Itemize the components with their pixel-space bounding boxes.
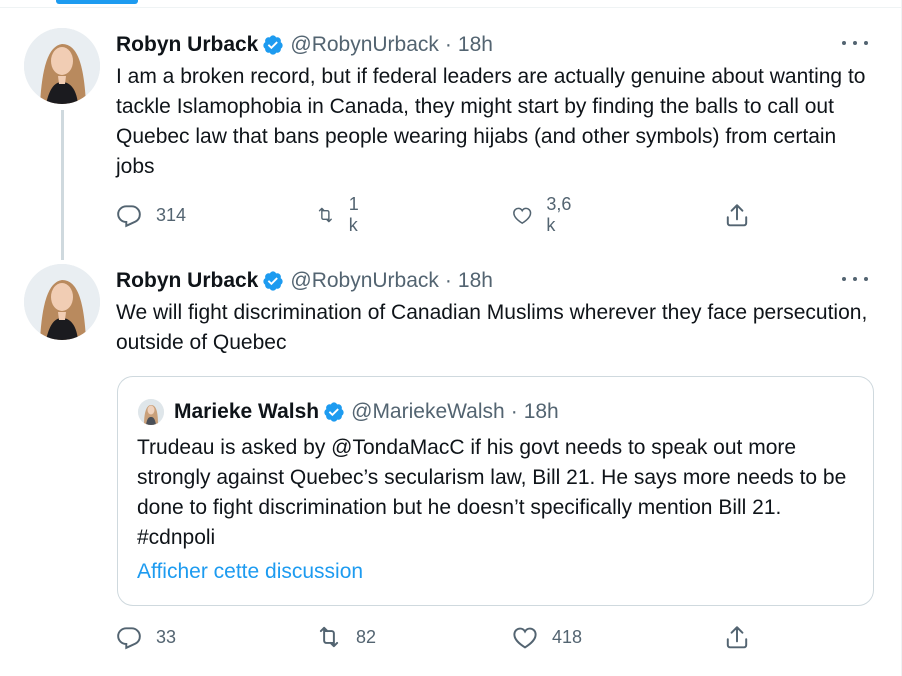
reply-icon	[117, 627, 141, 650]
separator-dot: ·	[510, 400, 518, 423]
like-button[interactable]: 418	[512, 624, 582, 650]
quoted-tweet-text: Trudeau is asked by @TondaMacC if his go…	[137, 436, 847, 549]
verified-badge-icon	[323, 401, 345, 423]
quoted-timestamp: 18h	[523, 400, 559, 423]
verified-badge-icon	[262, 34, 284, 56]
retweet-icon	[318, 207, 332, 223]
avatar[interactable]	[24, 28, 100, 104]
author-name[interactable]: Robyn Urback	[116, 269, 258, 293]
like-icon	[513, 627, 537, 649]
retweet-button[interactable]: 82	[316, 624, 376, 650]
tweet-header: Robyn Urback @RobynUrback · 18h	[116, 266, 493, 296]
quoted-avatar	[138, 399, 164, 425]
author-handle[interactable]: @RobynUrback	[290, 33, 439, 57]
tweet-header: Robyn Urback @RobynUrback · 18h	[116, 30, 493, 60]
reply-count: 33	[156, 626, 177, 647]
quoted-tweet-header: Marieke Walsh @MariekeWalsh · 18h	[138, 397, 559, 427]
timestamp[interactable]: 18h	[458, 269, 493, 293]
reply-button[interactable]: 314	[116, 202, 186, 228]
top-divider	[0, 7, 902, 8]
share-icon	[726, 204, 748, 227]
reply-button[interactable]: 33	[116, 624, 176, 650]
retweet-count: 1 k	[348, 194, 359, 235]
tweet-text: I am a broken record, but if federal lea…	[116, 65, 866, 178]
timestamp[interactable]: 18h	[458, 33, 493, 57]
like-icon	[513, 207, 532, 225]
author-handle[interactable]: @RobynUrback	[290, 269, 439, 293]
share-button[interactable]	[724, 202, 750, 228]
show-thread-link[interactable]: Afficher cette discussion	[137, 560, 363, 584]
share-icon	[726, 626, 748, 649]
reply-icon	[117, 205, 141, 228]
active-tab-indicator	[56, 0, 138, 4]
retweet-count: 82	[356, 626, 377, 647]
share-button[interactable]	[724, 624, 750, 650]
separator-dot: ·	[444, 269, 452, 292]
avatar[interactable]	[24, 264, 100, 340]
separator-dot: ·	[444, 33, 452, 56]
tweet-text: We will fight discrimination of Canadian…	[116, 301, 868, 354]
like-count: 418	[552, 626, 583, 647]
reply-count: 314	[156, 204, 187, 225]
like-count: 3,6 k	[546, 194, 572, 235]
quoted-tweet[interactable]: Marieke Walsh @MariekeWalsh · 18h Trudea…	[117, 376, 874, 606]
author-name[interactable]: Robyn Urback	[116, 33, 258, 57]
more-options-icon[interactable]	[842, 38, 868, 48]
more-options-icon[interactable]	[842, 274, 868, 284]
quoted-author-name: Marieke Walsh	[174, 400, 320, 423]
like-button[interactable]: 3,6 k	[512, 194, 577, 236]
retweet-icon	[319, 626, 339, 648]
verified-badge-icon	[262, 270, 284, 292]
thread-connector	[61, 110, 64, 260]
retweet-button[interactable]: 1 k	[316, 194, 366, 236]
quoted-author-handle: @MariekeWalsh	[351, 400, 505, 423]
